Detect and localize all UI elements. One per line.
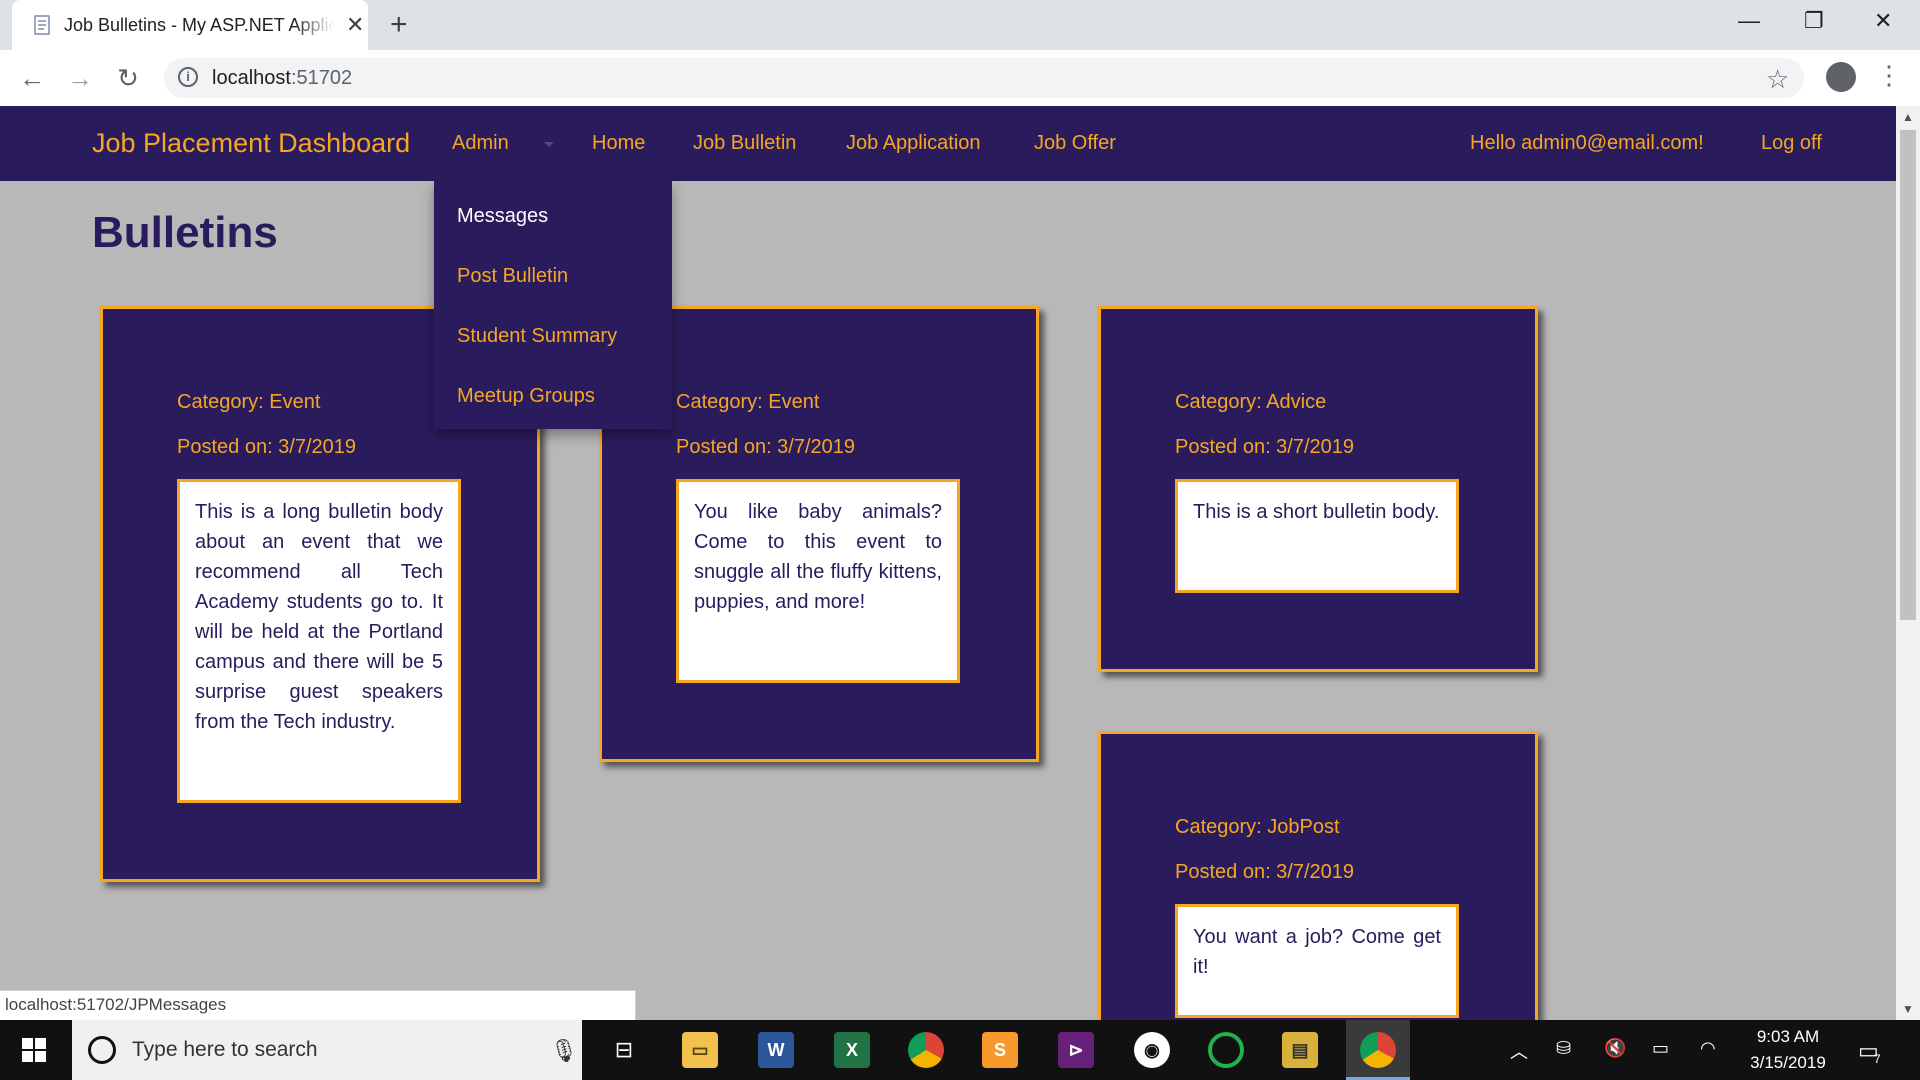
nav-job-offer[interactable]: Job Offer (1034, 106, 1116, 181)
reload-icon[interactable]: ↻ (112, 62, 144, 94)
restore-icon[interactable]: ❐ (1804, 8, 1824, 34)
profile-avatar-icon[interactable] (1826, 62, 1856, 92)
tab-title: Job Bulletins - My ASP.NET Application (64, 0, 334, 50)
windows-start-icon[interactable] (22, 1038, 46, 1062)
bookmark-star-icon[interactable]: ☆ (1766, 64, 1789, 95)
bulletin-body: This is a long bulletin body about an ev… (177, 479, 461, 803)
browser-menu-icon[interactable]: ⋮ (1876, 60, 1902, 90)
nav-job-bulletin[interactable]: Job Bulletin (693, 106, 796, 181)
taskbar-search-box[interactable]: Type here to search 🎙 (72, 1020, 582, 1080)
windows-taskbar: Type here to search 🎙 ⊟ ▭ W X S ⊳ ◉ ▤ ︿ … (0, 1020, 1920, 1080)
sublime-text-icon[interactable]: S (982, 1032, 1018, 1068)
bulletin-category: Category: Event (177, 391, 321, 413)
clock-date: 3/15/2019 (1750, 1053, 1826, 1072)
scroll-down-icon[interactable]: ▼ (1902, 1002, 1914, 1016)
nav-home[interactable]: Home (592, 106, 645, 181)
sql-server-icon[interactable]: ▤ (1282, 1032, 1318, 1068)
clock-time: 9:03 AM (1756, 1027, 1820, 1046)
page-viewport: Job Placement Dashboard Admin Home Job B… (0, 106, 1896, 1020)
page-scrollbar[interactable]: ▲ ▼ (1896, 106, 1920, 1020)
close-window-icon[interactable]: ✕ (1874, 8, 1892, 34)
bulletin-body: You want a job? Come get it! (1175, 904, 1459, 1018)
info-icon[interactable]: i (178, 67, 198, 87)
bulletin-date: Posted on: 3/7/2019 (177, 436, 357, 458)
chevron-down-icon[interactable] (544, 142, 554, 147)
forward-arrow-icon[interactable]: → (64, 62, 96, 94)
gitkraken-icon[interactable] (1208, 1032, 1244, 1068)
word-icon[interactable]: W (758, 1032, 794, 1068)
admin-dropdown-menu: Messages Post Bulletin Student Summary M… (434, 181, 672, 429)
network-drive-icon[interactable]: ⛁ (1556, 1038, 1571, 1059)
notification-count: 7 (1874, 1052, 1881, 1066)
new-tab-button[interactable]: + (390, 10, 408, 40)
address-bar[interactable]: i localhost:51702 ☆ (164, 58, 1804, 98)
wifi-icon[interactable]: ◠ (1700, 1038, 1716, 1059)
bulletin-body: This is a short bulletin body. (1175, 479, 1459, 593)
menu-item-messages[interactable]: Messages (457, 205, 548, 228)
microphone-icon[interactable]: 🎙 (550, 1038, 578, 1064)
visual-studio-icon[interactable]: ⊳ (1058, 1032, 1094, 1068)
task-view-icon[interactable]: ⊟ (606, 1032, 642, 1068)
bulletin-card: Category: JobPost Posted on: 3/7/2019 Yo… (1098, 731, 1538, 1020)
top-navbar: Job Placement Dashboard Admin Home Job B… (0, 106, 1896, 181)
logoff-link[interactable]: Log off (1761, 106, 1822, 181)
page-icon (34, 15, 50, 35)
minimize-icon[interactable]: — (1738, 8, 1760, 34)
volume-muted-icon[interactable]: 🔇 (1604, 1038, 1626, 1059)
brand-link[interactable]: Job Placement Dashboard (92, 106, 410, 181)
scroll-up-icon[interactable]: ▲ (1902, 110, 1914, 124)
address-url[interactable]: localhost:51702 (212, 58, 352, 98)
browser-tab-bar: Job Bulletins - My ASP.NET Application ✕… (0, 0, 1920, 50)
taskbar-active-app[interactable] (1346, 1020, 1410, 1080)
github-icon[interactable]: ◉ (1134, 1032, 1170, 1068)
menu-item-meetup-groups[interactable]: Meetup Groups (457, 385, 595, 408)
bulletin-category: Category: Advice (1175, 391, 1327, 413)
chrome-icon[interactable] (1360, 1032, 1396, 1068)
taskbar-clock[interactable]: 9:03 AM 3/15/2019 (1740, 1024, 1836, 1076)
bulletin-date: Posted on: 3/7/2019 (1175, 436, 1355, 458)
nav-job-application[interactable]: Job Application (846, 106, 981, 181)
bulletin-date: Posted on: 3/7/2019 (1175, 861, 1355, 883)
scrollbar-thumb[interactable] (1900, 130, 1916, 620)
bulletin-category: Category: Event (676, 391, 820, 413)
user-greeting-link[interactable]: Hello admin0@email.com! (1470, 106, 1704, 181)
excel-icon[interactable]: X (834, 1032, 870, 1068)
back-arrow-icon[interactable]: ← (16, 62, 48, 94)
page-title: Bulletins (92, 208, 278, 257)
close-tab-icon[interactable]: ✕ (346, 13, 364, 37)
battery-icon[interactable]: ▭ (1652, 1038, 1669, 1059)
file-explorer-icon[interactable]: ▭ (682, 1032, 718, 1068)
browser-toolbar: ← → ↻ i localhost:51702 ☆ ⋮ (0, 50, 1920, 107)
bulletin-category: Category: JobPost (1175, 816, 1340, 838)
link-status-bubble: localhost:51702/JPMessages (0, 990, 636, 1020)
cortana-icon[interactable] (88, 1036, 116, 1064)
bulletin-date: Posted on: 3/7/2019 (676, 436, 856, 458)
menu-item-student-summary[interactable]: Student Summary (457, 325, 617, 348)
chevron-up-icon[interactable]: ︿ (1510, 1038, 1528, 1064)
nav-admin[interactable]: Admin (452, 106, 509, 181)
bulletin-card: Category: Advice Posted on: 3/7/2019 Thi… (1098, 306, 1538, 672)
bulletin-body: You like baby animals? Come to this even… (676, 479, 960, 683)
chrome-icon[interactable] (908, 1032, 944, 1068)
taskbar-search-placeholder: Type here to search (132, 1038, 318, 1061)
browser-tab[interactable]: Job Bulletins - My ASP.NET Application ✕ (12, 0, 368, 50)
menu-item-post-bulletin[interactable]: Post Bulletin (457, 265, 568, 288)
